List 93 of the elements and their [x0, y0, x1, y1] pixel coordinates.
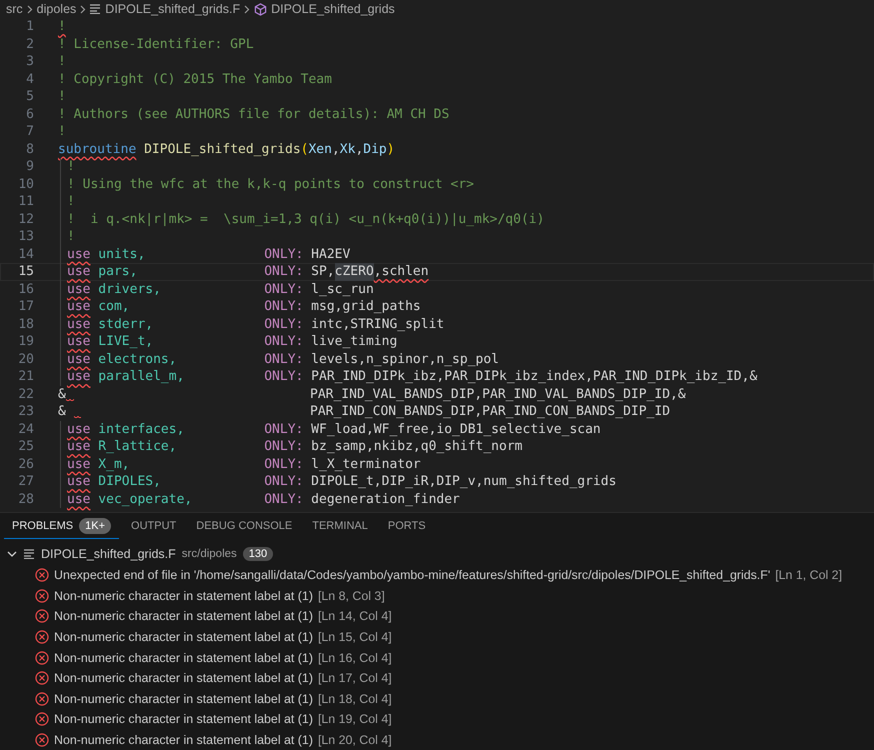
line-number: 23	[17, 403, 35, 420]
line-number: 12	[17, 210, 35, 228]
line-number: 27	[17, 473, 35, 490]
error-icon	[35, 712, 49, 726]
breadcrumb-item[interactable]: dipoles	[36, 2, 76, 16]
code-line: ! i q.<nk|r|mk> = \sum_i=1,3 q(i) <u_n(k+q0(i))|u_mk>/q0(i)	[60, 210, 544, 228]
error-icon	[35, 609, 49, 624]
problem-item[interactable]: Non-numeric character in statement label at (1) [Ln 18, Col 4]	[0, 688, 874, 710]
code-line: use pars, ONLY: SP,cZERO,schlen	[60, 263, 429, 280]
code-line: !	[60, 193, 75, 210]
line-number: 4	[25, 70, 35, 88]
problem-item[interactable]: Non-numeric character in statement label at (1) [Ln 15, Col 4]	[0, 626, 874, 648]
line-number: 11	[17, 193, 35, 210]
line-number: 3	[25, 53, 35, 70]
code-line: & PAR_IND_CON_BANDS_DIP,PAR_IND_CON_BANDS_DIP_ID	[58, 403, 670, 420]
line-number: 15	[17, 263, 35, 280]
problem-item[interactable]: Non-numeric character in statement label at (1) [Ln 19, Col 4]	[0, 709, 874, 730]
line-number: 25	[17, 438, 35, 456]
code-line: ! Using the wfc at the k,k-q points to construct <r>	[60, 176, 474, 193]
code-line: ! Copyright (C) 2015 The Yambo Team	[58, 70, 332, 88]
line-number: 1	[25, 18, 35, 36]
panel-tab[interactable]: PROBLEMS 1K+	[4, 514, 120, 539]
breadcrumb-item[interactable]: DIPOLE_shifted_grids.F	[105, 2, 240, 16]
cube-icon	[254, 2, 268, 16]
line-number: 13	[17, 228, 35, 246]
line-number: 6	[25, 106, 35, 123]
code-line: !	[58, 18, 66, 36]
code-line: use com, ONLY: msg,grid_paths	[60, 298, 421, 316]
code-line: !	[60, 228, 75, 246]
code-line: use interfaces, ONLY: WF_load,WF_free,io_DB1_selective_scan	[60, 420, 601, 438]
chevron-right-icon	[80, 4, 86, 14]
chevron-right-icon	[26, 4, 33, 14]
file-name: DIPOLE_shifted_grids.F	[41, 547, 176, 561]
error-icon	[35, 692, 49, 706]
line-number: 18	[17, 316, 35, 333]
code-line: ! License-Identifier: GPL	[58, 36, 254, 53]
file-path: src/dipoles	[182, 548, 237, 560]
line-number: 5	[25, 88, 35, 106]
code-line: use LIVE_t, ONLY: live_timing	[60, 333, 398, 350]
problem-item[interactable]: Non-numeric character in statement label at (1) [Ln 14, Col 4]	[0, 606, 874, 627]
code-line: use R_lattice, ONLY: bz_samp,nkibz,q0_shift_norm	[60, 438, 522, 456]
problem-item[interactable]: Unexpected end of file in '/home/sangalli/data/Codes/yambo/yambo-mine/features/shifted-grid/src/dipoles/DIPOLE_shifted_grids.F' [Ln 1, Col 2]	[0, 565, 874, 586]
code-line: !	[58, 88, 66, 106]
error-icon	[35, 671, 49, 686]
line-number: 19	[17, 333, 35, 350]
panel-tab[interactable]: PORTS	[380, 514, 434, 539]
code-line: !	[58, 123, 66, 140]
code-line: use DIPOLES, ONLY: DIPOLE_t,DIP_iR,DIP_v,num_shifted_grids	[60, 473, 616, 490]
error-icon	[35, 733, 49, 748]
line-number: 22	[17, 386, 35, 403]
line-number: 21	[17, 368, 35, 386]
problem-item[interactable]: Non-numeric character in statement label at (1) [Ln 16, Col 4]	[0, 647, 874, 668]
line-number: 24	[17, 420, 35, 438]
line-number: 28	[17, 490, 35, 508]
problem-item[interactable]: Non-numeric character in statement label at (1) [Ln 8, Col 3]	[0, 586, 874, 606]
panel-tab[interactable]: TERMINAL	[304, 514, 376, 539]
line-number: 16	[17, 280, 35, 298]
code-line: !	[60, 158, 75, 176]
line-number: 7	[25, 123, 35, 140]
code-line: & PAR_IND_VAL_BANDS_DIP,PAR_IND_VAL_BANDS_DIP_ID,&	[58, 386, 686, 403]
line-number: 20	[17, 350, 35, 368]
line-number: 8	[25, 140, 35, 158]
error-icon	[35, 568, 49, 582]
code-line: subroutine DIPOLE_shifted_grids(Xen,Xk,Dip)	[58, 140, 395, 158]
error-icon	[35, 650, 49, 665]
code-line: ! Authors (see AUTHORS file for details): AM CH DS	[58, 106, 450, 123]
line-number: 10	[17, 176, 35, 193]
count-badge: 130	[242, 547, 274, 561]
code-line: use drivers, ONLY: l_sc_run	[60, 280, 374, 298]
code-line: use parallel_m, ONLY: PAR_IND_DIPk_ibz,PAR_DIPk_ibz_index,PAR_IND_DIPk_ibz_ID,&	[60, 368, 758, 386]
line-number: 17	[17, 298, 35, 316]
file-group-row[interactable]: DIPOLE_shifted_grids.F src/dipoles 130	[0, 543, 874, 565]
panel-tab[interactable]: OUTPUT	[123, 514, 184, 539]
code-line: use stderr, ONLY: intc,STRING_split	[60, 316, 444, 333]
file-lines-icon	[90, 4, 102, 14]
panel-tab[interactable]: DEBUG CONSOLE	[188, 514, 300, 539]
line-number: 26	[17, 456, 35, 473]
code-line: !	[58, 53, 66, 70]
error-icon	[35, 588, 49, 603]
code-line: use electrons, ONLY: levels,n_spinor,n_sp_pol	[60, 350, 500, 368]
breadcrumb-item[interactable]: DIPOLE_shifted_grids	[271, 2, 395, 16]
line-number: 9	[25, 158, 35, 176]
problem-item[interactable]: Non-numeric character in statement label at (1) [Ln 17, Col 4]	[0, 668, 874, 689]
chevron-right-icon	[244, 4, 250, 14]
code-line: use vec_operate, ONLY: degeneration_finder	[60, 490, 460, 508]
count-badge: 1K+	[79, 518, 112, 534]
code-line: use X_m, ONLY: l_X_terminator	[60, 456, 421, 473]
line-number: 2	[25, 36, 35, 53]
line-number: 14	[17, 246, 35, 263]
breadcrumb-item[interactable]: src	[6, 2, 23, 16]
file-lines-icon	[24, 549, 35, 559]
problem-item[interactable]: Non-numeric character in statement label at (1) [Ln 20, Col 4]	[0, 730, 874, 750]
error-icon	[35, 630, 49, 644]
